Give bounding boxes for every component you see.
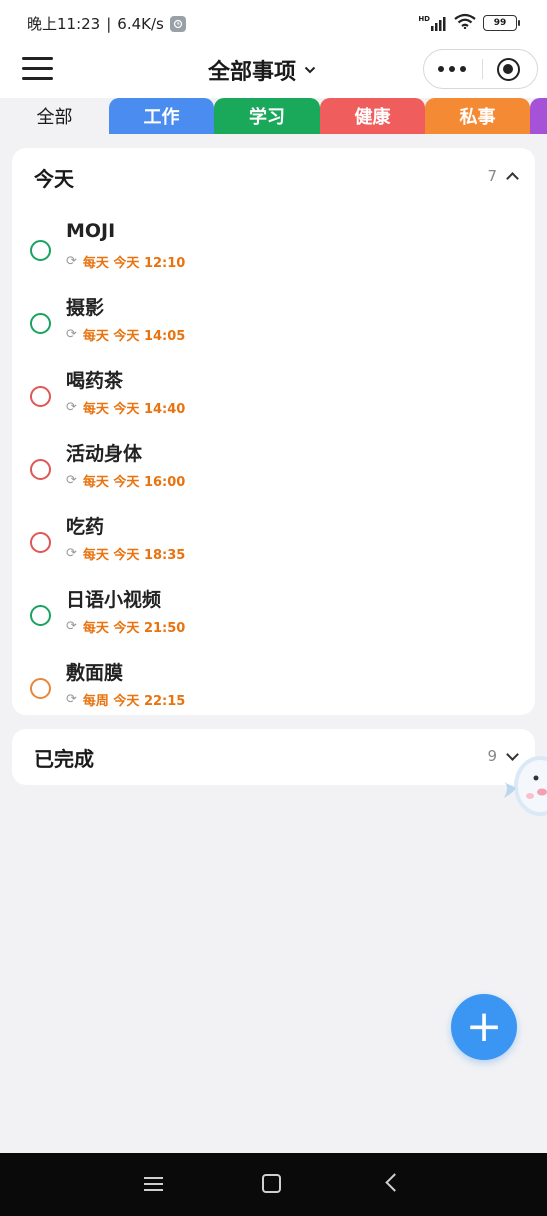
- chevron-down-icon: [304, 66, 316, 74]
- tab-study[interactable]: 学习: [214, 98, 320, 134]
- plus-icon: +: [465, 1001, 503, 1052]
- status-right: HD 99: [418, 13, 520, 33]
- signal-icon: HD: [418, 15, 447, 31]
- task-meta: ⟳ 每天 今天 14:05: [66, 325, 185, 344]
- repeat-icon: ⟳: [66, 692, 77, 707]
- section-count: 9: [487, 747, 497, 765]
- task-schedule: 每周 今天 22:15: [82, 694, 186, 709]
- repeat-icon: ⟳: [66, 327, 77, 342]
- task-checkbox[interactable]: [30, 532, 51, 553]
- signal-label: HD: [418, 15, 430, 23]
- status-bar: 晚上11:23 | 6.4K/s HD 99: [0, 0, 547, 46]
- task-name: 敷面膜: [66, 662, 124, 684]
- hamburger-icon[interactable]: [22, 57, 53, 81]
- recent-apps-icon[interactable]: [144, 1175, 163, 1193]
- task-meta: ⟳ 每天 今天 21:50: [66, 617, 185, 636]
- status-time: 晚上11:23: [27, 15, 101, 33]
- section-title: 今天: [34, 167, 74, 191]
- floating-mascot[interactable]: [500, 752, 547, 820]
- battery-icon: 99: [483, 15, 520, 31]
- task-meta: ⟳ 每天 今天 14:40: [66, 398, 185, 417]
- task-schedule: 每天 今天 21:50: [82, 621, 186, 636]
- app-screen: 晚上11:23 | 6.4K/s HD 99 全部事项 全部 工作 学习 健康 …: [0, 0, 547, 1216]
- category-tabs: 全部 工作 学习 健康 私事: [0, 98, 547, 134]
- task-checkbox[interactable]: [30, 459, 51, 480]
- task-meta: ⟳ 每天 今天 12:10: [66, 252, 185, 271]
- task-item[interactable]: 摄影 ⟳ 每天 今天 14:05: [12, 291, 535, 361]
- task-name: 日语小视频: [66, 589, 162, 611]
- status-left: 晚上11:23 | 6.4K/s: [27, 13, 186, 34]
- tab-label: 学习: [249, 107, 285, 128]
- tab-label: 全部: [36, 107, 73, 128]
- status-separator: |: [106, 14, 112, 33]
- repeat-icon: ⟳: [66, 546, 77, 561]
- tab-health[interactable]: 健康: [320, 98, 425, 134]
- task-meta: ⟳ 每天 今天 16:00: [66, 471, 185, 490]
- repeat-icon: ⟳: [66, 400, 77, 415]
- completed-section[interactable]: 已完成 9: [12, 729, 535, 785]
- task-schedule: 每天 今天 12:10: [82, 256, 186, 271]
- tab-label: 私事: [459, 107, 496, 128]
- target-icon[interactable]: [497, 58, 520, 81]
- tab-label: 健康: [354, 107, 391, 128]
- task-item[interactable]: 吃药 ⟳ 每天 今天 18:35: [12, 510, 535, 580]
- task-item[interactable]: 日语小视频 ⟳ 每天 今天 21:50: [12, 583, 535, 653]
- status-net-speed: 6.4K/s: [117, 14, 164, 33]
- task-schedule: 每天 今天 16:00: [82, 475, 186, 490]
- task-name: 活动身体: [66, 443, 143, 465]
- task-name: 吃药: [66, 516, 105, 538]
- page-title: 全部事项: [208, 60, 297, 85]
- more-dots-icon[interactable]: [438, 66, 466, 72]
- tab-all[interactable]: 全部: [0, 98, 109, 134]
- task-schedule: 每天 今天 14:05: [82, 329, 186, 344]
- tab-private[interactable]: 私事: [425, 98, 530, 134]
- repeat-icon: ⟳: [66, 473, 77, 488]
- alarm-icon: [169, 15, 186, 32]
- wifi-icon: [453, 13, 477, 33]
- task-item[interactable]: 喝药茶 ⟳ 每天 今天 14:40: [12, 364, 535, 434]
- mini-program-capsule: [423, 49, 538, 89]
- task-name: 摄影: [66, 297, 105, 319]
- task-item[interactable]: MOJI ⟳ 每天 今天 12:10: [12, 218, 535, 288]
- task-checkbox[interactable]: [30, 605, 51, 626]
- back-icon[interactable]: [385, 1173, 404, 1192]
- tab-work[interactable]: 工作: [109, 98, 214, 134]
- today-section: 今天 7 MOJI ⟳ 每天 今天 12:10 摄影 ⟳ 每天 今天 14:05…: [12, 148, 535, 715]
- task-checkbox[interactable]: [30, 313, 51, 334]
- task-item[interactable]: 活动身体 ⟳ 每天 今天 16:00: [12, 437, 535, 507]
- chevron-up-icon[interactable]: [506, 172, 519, 185]
- task-meta: ⟳ 每周 今天 22:15: [66, 690, 185, 709]
- task-schedule: 每天 今天 14:40: [82, 402, 186, 417]
- task-name: 喝药茶: [66, 370, 124, 392]
- tab-more[interactable]: [530, 98, 547, 134]
- task-checkbox[interactable]: [30, 240, 51, 261]
- task-schedule: 每天 今天 18:35: [82, 548, 186, 563]
- section-title: 已完成: [34, 747, 94, 771]
- page-title-dropdown[interactable]: 全部事项: [208, 54, 316, 86]
- task-meta: ⟳ 每天 今天 18:35: [66, 544, 185, 563]
- task-checkbox[interactable]: [30, 386, 51, 407]
- tab-label: 工作: [143, 107, 180, 128]
- system-nav-bar: [0, 1153, 547, 1216]
- task-checkbox[interactable]: [30, 678, 51, 699]
- home-icon[interactable]: [262, 1174, 281, 1193]
- battery-level: 99: [493, 18, 507, 28]
- task-item[interactable]: 敷面膜 ⟳ 每周 今天 22:15: [12, 656, 535, 726]
- repeat-icon: ⟳: [66, 619, 77, 634]
- add-task-button[interactable]: +: [451, 994, 517, 1060]
- app-header: 全部事项: [0, 46, 547, 98]
- repeat-icon: ⟳: [66, 254, 77, 269]
- task-name: MOJI: [66, 220, 116, 242]
- section-count: 7: [487, 167, 497, 185]
- capsule-divider: [482, 59, 483, 79]
